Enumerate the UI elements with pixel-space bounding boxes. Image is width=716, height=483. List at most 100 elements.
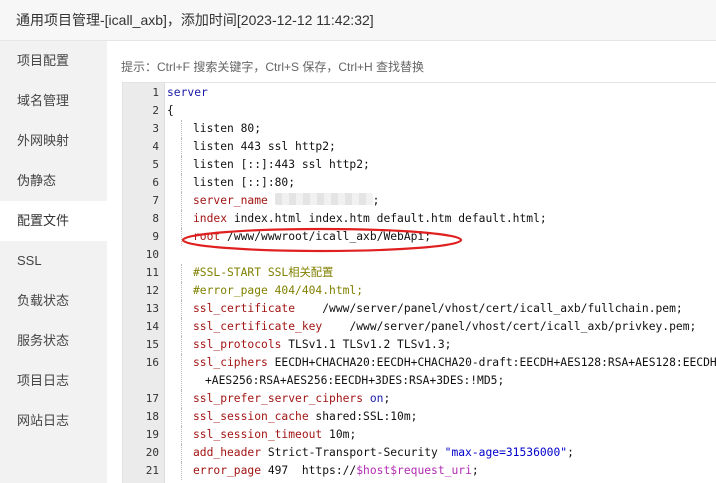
code-comment: #SSL-START SSL相关配置 <box>193 266 334 279</box>
code-token: listen <box>193 176 234 189</box>
code-text[interactable]: listen [::]:80; <box>167 174 716 192</box>
code-text[interactable]: add_header Strict-Transport-Security "ma… <box>167 444 716 462</box>
code-token: ssl_ciphers <box>193 356 268 369</box>
sidebar-item-load-status[interactable]: 负载状态 <box>0 281 107 321</box>
code-line: 2 { <box>123 102 716 120</box>
code-token: [::]:80; <box>233 176 296 189</box>
code-token: ssl_certificate <box>193 302 296 315</box>
code-text[interactable]: error_page 497 https://$host$request_uri… <box>167 462 716 480</box>
code-text[interactable]: listen [::]:443 ssl http2; <box>167 156 716 174</box>
line-number: 16 <box>145 356 159 369</box>
code-token: 10m; <box>322 428 357 441</box>
code-token: error_page <box>193 464 262 477</box>
code-line: 11 #SSL-START SSL相关配置 <box>123 264 716 282</box>
code-token: /www/wwwroot/icall_axb/WebApi; <box>220 230 432 243</box>
code-line: 5 listen [::]:443 ssl http2; <box>123 156 716 174</box>
code-line: 19 ssl_session_timeout 10m; <box>123 426 716 444</box>
window-title: 通用项目管理-[icall_axb]，添加时间[2023-12-12 11:42… <box>0 0 716 41</box>
line-number: 6 <box>152 176 159 189</box>
line-number: 9 <box>152 230 159 243</box>
sidebar-item-domain-management[interactable]: 域名管理 <box>0 81 107 121</box>
sidebar-item-site-log[interactable]: 网站日志 <box>0 401 107 441</box>
code-token: root <box>193 230 221 243</box>
code-text[interactable]: listen 443 ssl http2; <box>167 138 716 156</box>
code-token: on <box>363 392 384 405</box>
code-text[interactable]: { <box>167 102 716 120</box>
code-token: server_name <box>193 194 268 207</box>
code-text[interactable]: listen 80; <box>167 120 716 138</box>
code-variable: $host <box>356 464 391 477</box>
code-text[interactable]: ssl_certificate_key /www/server/panel/vh… <box>167 318 716 336</box>
code-line: 16 ssl_ciphers EECDH+CHACHA20:EECDH+CHAC… <box>123 354 716 390</box>
code-token: listen <box>193 158 234 171</box>
code-token: index.html index.htm default.htm default… <box>227 212 547 225</box>
code-text[interactable]: #error_page 404/404.html; <box>167 282 716 300</box>
code-text[interactable]: ssl_protocols TLSv1.1 TLSv1.2 TLSv1.3; <box>167 336 716 354</box>
code-text[interactable]: ssl_session_cache shared:SSL:10m; <box>167 408 716 426</box>
line-number: 10 <box>145 248 159 261</box>
line-number: 19 <box>145 428 159 441</box>
main-panel: 提示：Ctrl+F 搜索关键字，Ctrl+S 保存，Ctrl+H 查找替换 1 … <box>107 41 716 483</box>
line-number: 15 <box>145 338 159 351</box>
sidebar-item-config-file[interactable]: 配置文件 <box>0 201 107 241</box>
code-line: 9 root /www/wwwroot/icall_axb/WebApi; <box>123 228 716 246</box>
code-line: 3 listen 80; <box>123 120 716 138</box>
code-variable: $request_uri <box>390 464 472 477</box>
sidebar-item-service-status[interactable]: 服务状态 <box>0 321 107 361</box>
line-number: 20 <box>145 446 159 459</box>
code-text[interactable]: ssl_prefer_server_ciphers on; <box>167 390 716 408</box>
sidebar-item-ssl[interactable]: SSL <box>0 241 107 281</box>
code-text[interactable]: ssl_ciphers EECDH+CHACHA20:EECDH+CHACHA2… <box>167 354 716 390</box>
code-lines: 1 server 2 { 3 listen 80; 4 listen 443 s… <box>123 84 716 480</box>
code-token: add_header <box>193 446 262 459</box>
code-token: ssl_session_cache <box>193 410 309 423</box>
code-token: 80; <box>233 122 262 135</box>
code-text[interactable]: ssl_session_timeout 10m; <box>167 426 716 444</box>
redacted-domain <box>274 193 373 205</box>
line-number: 7 <box>152 194 159 207</box>
code-token: 497 https:// <box>261 464 357 477</box>
code-text[interactable]: #SSL-START SSL相关配置 <box>167 264 716 282</box>
line-number: 1 <box>152 86 159 99</box>
code-token: listen <box>193 140 234 153</box>
line-number: 17 <box>145 392 159 405</box>
code-token: Strict-Transport-Security <box>261 446 445 459</box>
code-line: 21 error_page 497 https://$host$request_… <box>123 462 716 480</box>
code-token: { <box>167 104 174 117</box>
code-text[interactable]: index index.html index.htm default.htm d… <box>167 210 716 228</box>
code-line: 10 <box>123 246 716 264</box>
sidebar-item-project-log[interactable]: 项目日志 <box>0 361 107 401</box>
code-token: /www/server/panel/vhost/cert/icall_axb/f… <box>295 302 683 315</box>
code-line: 15 ssl_protocols TLSv1.1 TLSv1.2 TLSv1.3… <box>123 336 716 354</box>
line-number: 13 <box>145 302 159 315</box>
code-token: ssl_session_timeout <box>193 428 323 441</box>
line-number: 14 <box>145 320 159 333</box>
code-token: ssl_certificate_key <box>193 320 323 333</box>
code-line: 1 server <box>123 84 716 102</box>
code-token: [::]:443 ssl http2; <box>233 158 370 171</box>
code-token: TLSv1.1 TLSv1.2 TLSv1.3; <box>281 338 452 351</box>
code-editor[interactable]: 1 server 2 { 3 listen 80; 4 listen 443 s… <box>122 82 716 483</box>
code-token: ; <box>372 194 380 207</box>
sidebar-item-rewrite[interactable]: 伪静态 <box>0 161 107 201</box>
code-token: 443 ssl http2; <box>233 140 336 153</box>
code-text[interactable]: server <box>167 84 716 102</box>
line-number: 4 <box>152 140 159 153</box>
line-number: 5 <box>152 158 159 171</box>
code-text[interactable]: root /www/wwwroot/icall_axb/WebApi; <box>167 228 716 246</box>
code-token: /www/server/panel/vhost/cert/icall_axb/p… <box>322 320 697 333</box>
sidebar: 项目配置 域名管理 外网映射 伪静态 配置文件 SSL 负载状态 服务状态 项目日志 网站日志 <box>0 41 107 483</box>
line-number: 11 <box>145 266 159 279</box>
line-number: 8 <box>152 212 159 225</box>
line-number: 3 <box>152 122 159 135</box>
code-text[interactable]: server_name ; <box>167 192 716 210</box>
code-token: shared:SSL:10m; <box>308 410 418 423</box>
code-token: ; <box>383 392 391 405</box>
sidebar-item-external-mapping[interactable]: 外网映射 <box>0 121 107 161</box>
code-text[interactable]: ssl_certificate /www/server/panel/vhost/… <box>167 300 716 318</box>
code-line: 6 listen [::]:80; <box>123 174 716 192</box>
code-comment: #error_page 404/404.html; <box>193 284 364 297</box>
code-token: ssl_protocols <box>193 338 282 351</box>
sidebar-item-project-config[interactable]: 项目配置 <box>0 41 107 81</box>
code-token: index <box>193 212 228 225</box>
